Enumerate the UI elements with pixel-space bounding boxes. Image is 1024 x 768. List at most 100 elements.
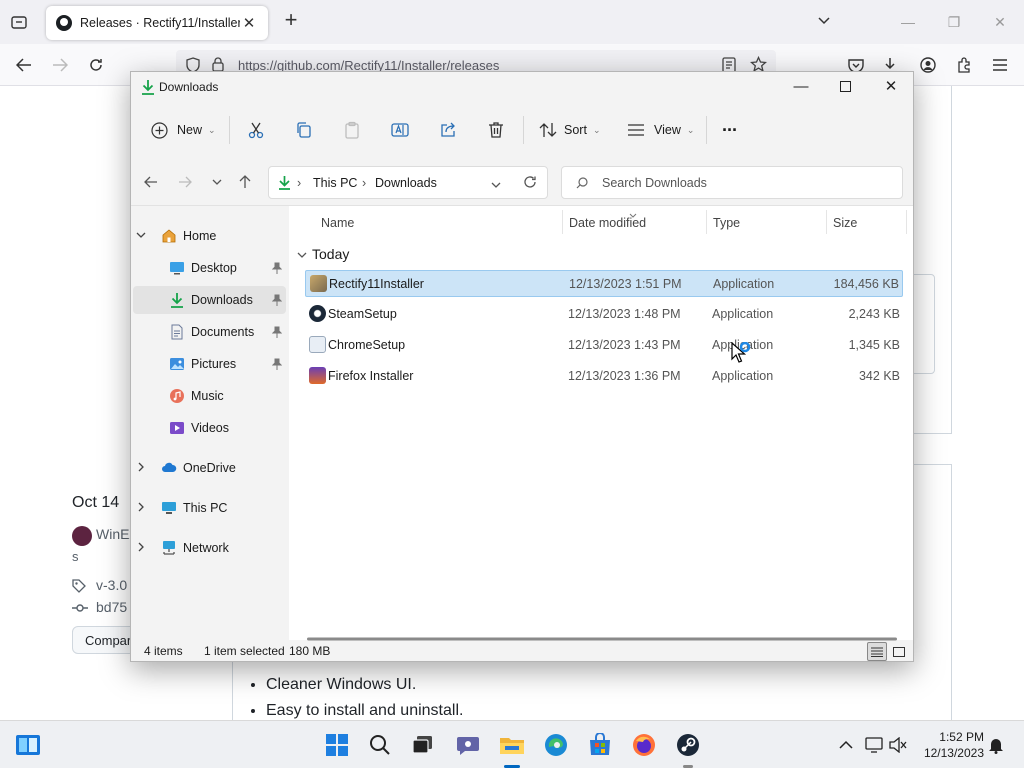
widgets-icon[interactable] <box>14 731 42 759</box>
breadcrumb-downloads[interactable]: Downloads <box>375 176 437 190</box>
firefox-icon[interactable] <box>630 731 658 759</box>
column-divider[interactable] <box>826 210 827 234</box>
file-explorer-icon[interactable] <box>498 731 526 759</box>
sidebar-item-videos[interactable]: Videos <box>133 414 286 442</box>
sort-button[interactable]: Sort ⌄ <box>539 117 600 143</box>
task-view-icon[interactable] <box>409 731 437 759</box>
browser-minimize-icon[interactable]: — <box>898 12 918 32</box>
reload-icon[interactable] <box>84 54 108 76</box>
horizontal-scrollbar[interactable] <box>307 630 897 641</box>
new-tab-plus-icon[interactable]: + <box>280 9 302 32</box>
file-row[interactable]: Rectify11Installer 12/13/2023 1:51 PM Ap… <box>305 270 903 297</box>
file-date: 12/13/2023 1:51 PM <box>569 277 682 291</box>
breadcrumb-separator-icon: › <box>297 176 302 190</box>
sidebar-item-documents[interactable]: Documents <box>133 318 286 346</box>
paste-button[interactable] <box>343 117 361 143</box>
steam-icon[interactable] <box>674 731 702 759</box>
sidebar-label: Home <box>183 229 217 243</box>
browser-maximize-icon[interactable]: ❐ <box>944 12 964 32</box>
tab-list-icon[interactable] <box>8 11 30 33</box>
window-maximize-icon[interactable] <box>831 76 859 98</box>
notification-bell-icon[interactable] <box>986 735 1006 755</box>
back-icon[interactable] <box>141 172 161 192</box>
sidebar-item-desktop[interactable]: Desktop <box>133 254 286 282</box>
browser-close-icon[interactable]: ✕ <box>990 12 1010 32</box>
sidebar-item-network[interactable]: Network <box>133 534 286 562</box>
column-header-name[interactable]: Name <box>321 216 354 230</box>
column-divider[interactable] <box>906 210 907 234</box>
view-button[interactable]: View ⌄ <box>627 117 694 143</box>
release-tag[interactable]: v-3.0 <box>96 577 127 593</box>
group-collapse-chevron-icon[interactable] <box>297 246 307 262</box>
expanded-chevron-icon[interactable] <box>133 231 149 242</box>
file-date: 12/13/2023 1:43 PM <box>568 338 681 352</box>
column-header-size[interactable]: Size <box>833 216 857 230</box>
extensions-icon[interactable] <box>952 54 976 76</box>
search-input[interactable]: Search Downloads <box>561 166 903 199</box>
view-list-icon <box>627 123 645 137</box>
system-clock[interactable]: 1:52 PM 12/13/2023 <box>900 729 984 761</box>
sidebar-item-pictures[interactable]: Pictures <box>133 350 286 378</box>
status-bar: 4 items 1 item selected 180 MB <box>131 640 913 662</box>
share-button[interactable] <box>439 117 457 143</box>
new-button[interactable]: New ⌄ <box>151 117 216 143</box>
tab-overflow-chevron-icon[interactable] <box>816 12 836 32</box>
window-close-icon[interactable]: ✕ <box>877 76 905 98</box>
group-header-today[interactable]: Today <box>297 246 349 262</box>
sidebar-item-music[interactable]: Music <box>133 382 286 410</box>
column-header-type[interactable]: Type <box>713 216 740 230</box>
teams-chat-icon[interactable] <box>454 731 482 759</box>
file-row[interactable]: Firefox Installer 12/13/2023 1:36 PM App… <box>305 363 903 390</box>
column-divider[interactable] <box>706 210 707 234</box>
up-arrow-icon[interactable] <box>235 172 255 192</box>
forward-icon[interactable] <box>175 172 195 192</box>
sidebar-item-home[interactable]: Home <box>133 222 286 250</box>
collapsed-chevron-icon[interactable] <box>133 462 149 475</box>
release-commit[interactable]: bd75 <box>96 599 127 615</box>
tiles-view-icon[interactable] <box>889 642 909 661</box>
collapsed-chevron-icon[interactable] <box>133 542 149 555</box>
address-dropdown-chevron-icon[interactable] <box>491 178 501 192</box>
network-icon <box>161 540 177 556</box>
address-row: › This PC › Downloads Search Downloads <box>131 158 913 206</box>
details-view-icon[interactable] <box>867 642 887 661</box>
breadcrumb-this-pc[interactable]: This PC <box>313 176 357 190</box>
tab-close-icon[interactable]: ✕ <box>240 14 258 32</box>
file-row[interactable]: SteamSetup 12/13/2023 1:48 PM Applicatio… <box>305 301 903 328</box>
group-label: Today <box>312 246 350 262</box>
show-hidden-icons-chevron-icon[interactable] <box>836 735 856 755</box>
file-row[interactable]: ChromeSetup 12/13/2023 1:43 PM Applicati… <box>305 332 903 359</box>
sidebar-item-this-pc[interactable]: This PC <box>133 494 286 522</box>
cut-button[interactable] <box>247 117 265 143</box>
search-icon[interactable] <box>366 731 394 759</box>
explorer-title-bar[interactable]: Downloads — ✕ <box>131 72 913 102</box>
file-size: 1,345 KB <box>848 338 900 352</box>
browser-tab-releases[interactable]: Releases · Rectify11/Installer ✕ <box>46 6 268 40</box>
network-monitor-icon[interactable] <box>864 735 884 755</box>
address-bar[interactable]: › This PC › Downloads <box>268 166 548 199</box>
edge-browser-icon[interactable] <box>542 731 570 759</box>
navigation-pane: Home Desktop Downloads Documents Picture… <box>131 206 289 640</box>
refresh-icon[interactable] <box>523 175 537 192</box>
author-name-wrap: s <box>72 549 79 564</box>
back-arrow-icon[interactable] <box>12 54 36 76</box>
search-placeholder: Search Downloads <box>602 176 707 190</box>
copy-button[interactable] <box>295 117 313 143</box>
account-icon[interactable] <box>916 54 940 76</box>
sidebar-item-onedrive[interactable]: OneDrive <box>133 454 286 482</box>
more-options-button[interactable]: ··· <box>722 117 738 143</box>
file-name: Firefox Installer <box>328 369 414 383</box>
start-windows-icon[interactable] <box>323 731 351 759</box>
file-date: 12/13/2023 1:48 PM <box>568 307 681 321</box>
recent-locations-chevron-icon[interactable] <box>207 172 227 192</box>
menu-hamburger-icon[interactable] <box>988 54 1012 76</box>
delete-button[interactable] <box>487 117 505 143</box>
sidebar-item-downloads[interactable]: Downloads <box>133 286 286 314</box>
window-minimize-icon[interactable]: — <box>787 76 815 98</box>
collapsed-chevron-icon[interactable] <box>133 502 149 515</box>
rename-button[interactable] <box>391 117 409 143</box>
forward-arrow-icon[interactable] <box>48 54 72 76</box>
column-divider[interactable] <box>562 210 563 234</box>
author-avatar[interactable] <box>72 526 92 546</box>
microsoft-store-icon[interactable] <box>586 731 614 759</box>
